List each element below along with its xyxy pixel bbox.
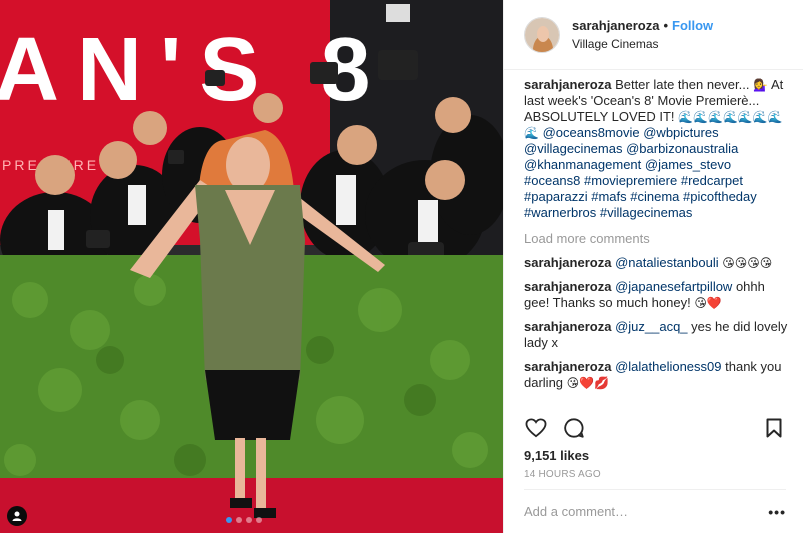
comment-mention[interactable]: @nataliestanbouli: [615, 255, 719, 270]
more-options-button[interactable]: •••: [768, 504, 786, 520]
comment-mention[interactable]: @juz__acq_: [615, 319, 687, 334]
comment-username[interactable]: sarahjaneroza: [524, 359, 611, 374]
comment-button[interactable]: [562, 416, 586, 440]
comment-username[interactable]: sarahjaneroza: [524, 279, 611, 294]
post-actions: [524, 413, 786, 443]
add-comment-bar: Add a comment… •••: [524, 489, 786, 533]
comment-emoji: 😘❤️: [694, 296, 722, 310]
header-separator: •: [663, 17, 668, 33]
load-more-comments-button[interactable]: Load more comments: [524, 231, 789, 247]
location-link[interactable]: Village Cinemas: [572, 35, 713, 53]
comment-emoji: 😘❤️💋: [566, 376, 610, 390]
comment-emoji: 😘😘😘😘: [722, 256, 773, 270]
comment-username[interactable]: sarahjaneroza: [524, 255, 611, 270]
caption-hashtag[interactable]: #redcarpet: [681, 173, 743, 188]
premiere-photo-illustration: AN'S 8 PREMIERE: [0, 0, 503, 533]
caption-emoji-1: 💁‍♀️: [753, 78, 769, 92]
caption-hashtag[interactable]: #picoftheday: [683, 189, 757, 204]
follow-button[interactable]: Follow: [672, 17, 713, 35]
avatar-image: [525, 17, 559, 52]
comment-username[interactable]: sarahjaneroza: [524, 319, 611, 334]
caption-mention[interactable]: @oceans8movie: [543, 125, 640, 140]
comment-item: sarahjaneroza @nataliestanbouli 😘😘😘😘: [524, 255, 789, 271]
post-photo[interactable]: AN'S 8 PREMIERE: [0, 0, 503, 533]
caption-hashtag[interactable]: #paparazzi: [524, 189, 588, 204]
like-button[interactable]: [524, 416, 548, 440]
carousel-dot: [236, 517, 242, 523]
post-timestamp[interactable]: 14 HOURS AGO: [524, 469, 601, 480]
caption-mention[interactable]: @wbpictures: [643, 125, 718, 140]
save-button[interactable]: [762, 416, 786, 440]
comments-list[interactable]: sarahjaneroza Better late then never... …: [504, 71, 803, 408]
person-icon: [12, 511, 22, 521]
comment-item: sarahjaneroza @lalathelioness09 thank yo…: [524, 359, 789, 391]
caption-username[interactable]: sarahjaneroza: [524, 77, 611, 92]
caption-mention[interactable]: @villagecinemas: [524, 141, 622, 156]
caption-mention[interactable]: @barbizonaustralia: [626, 141, 738, 156]
carousel-dot-active: [226, 517, 232, 523]
avatar[interactable]: [524, 16, 560, 53]
header-username[interactable]: sarahjaneroza: [572, 17, 659, 35]
add-comment-input[interactable]: Add a comment…: [524, 504, 768, 519]
caption-hashtag[interactable]: #moviepremiere: [584, 173, 677, 188]
comment-mention[interactable]: @lalathelioness09: [615, 359, 721, 374]
caption-tags: @oceans8movie @wbpictures @villagecinema…: [524, 125, 757, 220]
bookmark-icon: [766, 418, 782, 438]
post-caption: sarahjaneroza Better late then never... …: [524, 77, 789, 221]
carousel-indicator: [226, 517, 262, 523]
caption-hashtag[interactable]: #oceans8: [524, 173, 580, 188]
carousel-dot: [256, 517, 262, 523]
caption-mention[interactable]: @james_stevo: [645, 157, 731, 172]
comment-mention[interactable]: @japanesefartpillow: [615, 279, 732, 294]
comment-item: sarahjaneroza @juz__acq_ yes he did love…: [524, 319, 789, 351]
caption-hashtag[interactable]: #warnerbros: [524, 205, 596, 220]
caption-hashtag[interactable]: #cinema: [630, 189, 679, 204]
comment-item: sarahjaneroza @japanesefartpillow ohhh g…: [524, 279, 789, 311]
caption-hashtag[interactable]: #villagecinemas: [600, 205, 693, 220]
caption-mention[interactable]: @khanmanagement: [524, 157, 641, 172]
like-count[interactable]: 9,151 likes: [524, 448, 589, 463]
post-side-panel: sarahjaneroza • Follow Village Cinemas s…: [503, 0, 803, 533]
heart-icon: [525, 418, 547, 438]
comment-icon: [564, 418, 584, 438]
caption-text-1: Better late then never...: [615, 77, 750, 92]
post-header: sarahjaneroza • Follow Village Cinemas: [504, 0, 803, 70]
caption-hashtag[interactable]: #mafs: [591, 189, 626, 204]
tagged-users-button[interactable]: [7, 506, 27, 526]
carousel-dot: [246, 517, 252, 523]
